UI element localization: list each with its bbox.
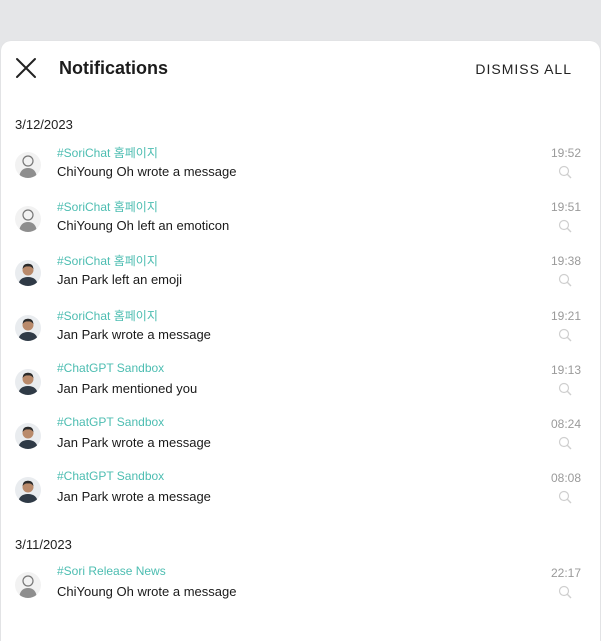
magnifier-icon[interactable] [558, 382, 572, 396]
close-button[interactable] [13, 55, 39, 81]
channel-name[interactable]: #ChatGPT Sandbox [57, 469, 164, 483]
notification-message: Jan Park mentioned you [57, 381, 198, 396]
timestamp: 19:13 [550, 363, 581, 377]
notification-item[interactable]: #SoriChat 홈페이지 ChiYoung Oh wrote a messa… [1, 144, 600, 194]
close-icon [16, 58, 36, 78]
notification-message: Jan Park wrote a message [57, 327, 211, 342]
notification-item[interactable]: #SoriChat 홈페이지 Jan Park wrote a message … [1, 307, 600, 357]
magnifier-icon[interactable] [558, 436, 572, 450]
channel-name[interactable]: #SoriChat 홈페이지 [57, 144, 158, 161]
avatar [15, 572, 41, 598]
notification-item[interactable]: #SoriChat 홈페이지 ChiYoung Oh left an emoti… [1, 198, 600, 248]
notification-message: ChiYoung Oh left an emoticon [57, 218, 230, 233]
notification-message: Jan Park wrote a message [57, 489, 211, 504]
channel-name[interactable]: #ChatGPT Sandbox [57, 415, 164, 429]
notification-message: Jan Park wrote a message [57, 435, 211, 450]
magnifier-icon[interactable] [558, 490, 572, 504]
notification-item[interactable]: #Sori Release News ChiYoung Oh wrote a m… [1, 564, 600, 614]
channel-name[interactable]: #SoriChat 홈페이지 [57, 307, 158, 324]
notification-item[interactable]: #ChatGPT Sandbox Jan Park wrote a messag… [1, 415, 600, 465]
page-title: Notifications [59, 58, 169, 78]
channel-name[interactable]: #Sori Release News [57, 564, 166, 578]
magnifier-icon[interactable] [558, 585, 572, 599]
notifications-panel: Notifications DISMISS ALL 3/12/2023 #Sor… [1, 41, 600, 641]
magnifier-icon[interactable] [558, 219, 572, 233]
timestamp: 19:51 [550, 200, 581, 214]
notification-message: ChiYoung Oh wrote a message [57, 164, 237, 179]
timestamp: 22:17 [550, 566, 581, 580]
notification-item[interactable]: #ChatGPT Sandbox Jan Park wrote a messag… [1, 469, 600, 519]
timestamp: 19:52 [550, 146, 581, 160]
notification-item[interactable]: #SoriChat 홈페이지 Jan Park left an emoji 19… [1, 252, 600, 302]
date-heading: 3/11/2023 [15, 537, 72, 552]
channel-name[interactable]: #ChatGPT Sandbox [57, 361, 164, 375]
notification-message: ChiYoung Oh wrote a message [57, 584, 237, 599]
avatar [15, 477, 41, 503]
channel-name[interactable]: #SoriChat 홈페이지 [57, 198, 158, 215]
timestamp: 19:21 [550, 309, 581, 323]
date-heading: 3/12/2023 [15, 117, 73, 132]
avatar [15, 206, 41, 232]
notification-message: Jan Park left an emoji [57, 272, 183, 287]
avatar [15, 369, 41, 395]
magnifier-icon[interactable] [558, 165, 572, 179]
magnifier-icon[interactable] [558, 273, 572, 287]
dismiss-all-button[interactable]: DISMISS ALL [475, 61, 572, 77]
avatar [15, 423, 41, 449]
notification-item[interactable]: #ChatGPT Sandbox Jan Park mentioned you … [1, 361, 600, 411]
panel-header: Notifications DISMISS ALL [1, 41, 600, 97]
timestamp: 19:38 [550, 254, 581, 268]
avatar [15, 152, 41, 178]
timestamp: 08:24 [550, 417, 581, 431]
avatar [15, 260, 41, 286]
magnifier-icon[interactable] [558, 328, 572, 342]
timestamp: 08:08 [550, 471, 581, 485]
channel-name[interactable]: #SoriChat 홈페이지 [57, 252, 158, 269]
avatar [15, 315, 41, 341]
